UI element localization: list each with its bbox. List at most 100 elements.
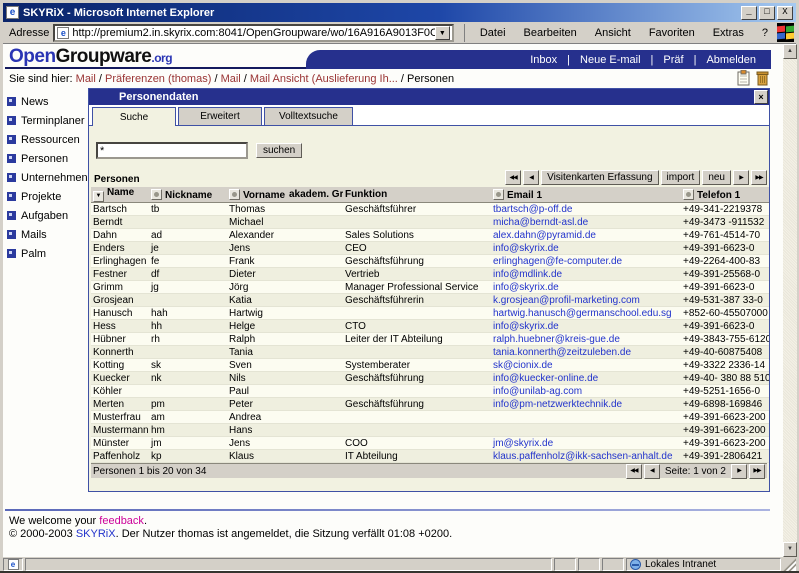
sidebar-item-projekte[interactable]: Projekte: [7, 187, 88, 206]
table-row[interactable]: BerndtMichaelmicha@berndt-asl.de+49-3473…: [91, 216, 769, 229]
breadcrumb-link[interactable]: Mail: [221, 73, 241, 85]
table-row[interactable]: ErlinghagenfeFrankGeschäftsführungerling…: [91, 255, 769, 268]
dot-icon[interactable]: [229, 189, 240, 200]
column-header-akadem--grad[interactable]: akadem. Grad: [287, 187, 343, 203]
email-link[interactable]: micha@berndt-asl.de: [493, 217, 588, 228]
column-header-name[interactable]: ▼Name: [91, 187, 149, 203]
previous-page-icon[interactable]: ◀: [523, 170, 539, 185]
clipboard-icon[interactable]: [737, 70, 750, 86]
email-link[interactable]: k.grosjean@profil-marketing.com: [493, 295, 640, 306]
table-row[interactable]: GrosjeanKatiaGeschäftsführerink.grosjean…: [91, 294, 769, 307]
address-input[interactable]: e http://premium2.in.skyrix.com:8041/Ope…: [53, 24, 453, 42]
breadcrumb-link[interactable]: Präferenzen (thomas): [105, 73, 211, 85]
email-link[interactable]: info@skyrix.de: [493, 243, 559, 254]
table-row[interactable]: EndersjeJensCEOinfo@skyrix.de+49-391-662…: [91, 242, 769, 255]
email-link[interactable]: klaus.paffenholz@ikk-sachsen-anhalt.de: [493, 451, 673, 462]
footer-previous-page-icon[interactable]: ◀: [644, 464, 660, 479]
menu-item-favoriten[interactable]: Favoriten: [640, 24, 704, 42]
email-link[interactable]: tbartsch@p-off.de: [493, 204, 572, 215]
table-row[interactable]: PaffenholzkpKlausIT Abteilungklaus.paffe…: [91, 450, 769, 463]
search-button[interactable]: suchen: [256, 143, 302, 158]
next-page-icon[interactable]: ▶: [733, 170, 749, 185]
trash-icon[interactable]: [756, 70, 769, 86]
panel-close-icon[interactable]: ×: [754, 90, 768, 104]
table-row[interactable]: KottingskSvenSystemberatersk@cionix.de+4…: [91, 359, 769, 372]
table-row[interactable]: MertenpmPeterGeschäftsführunginfo@pm-net…: [91, 398, 769, 411]
email-link[interactable]: info@skyrix.de: [493, 321, 559, 332]
menu-item-extras[interactable]: Extras: [704, 24, 753, 42]
column-header-nickname[interactable]: Nickname: [149, 187, 227, 203]
table-row[interactable]: HanuschhahHartwighartwig.hanusch@germans…: [91, 307, 769, 320]
tab-erweitert[interactable]: Erweitert: [178, 107, 262, 125]
tab-suche[interactable]: Suche: [92, 107, 176, 126]
nav-link-abmelden[interactable]: Abmelden: [706, 54, 756, 66]
sidebar-item-news[interactable]: News: [7, 92, 88, 111]
tab-volltextsuche[interactable]: Volltextsuche: [264, 107, 353, 125]
toolbar-button-neu[interactable]: neu: [702, 170, 731, 185]
sidebar-item-mails[interactable]: Mails: [7, 225, 88, 244]
sidebar-item-terminplaner[interactable]: Terminplaner: [7, 111, 88, 130]
email-link[interactable]: tania.konnerth@zeitzuleben.de: [493, 347, 631, 358]
toolbar-button-visitenkarten-erfassung[interactable]: Visitenkarten Erfassung: [541, 170, 658, 185]
table-row[interactable]: MusterfrauamAndrea+49-391-6623-200: [91, 411, 769, 424]
email-link[interactable]: sk@cionix.de: [493, 360, 553, 371]
minimize-button[interactable]: _: [741, 6, 757, 20]
scroll-down-icon[interactable]: ▼: [783, 542, 797, 557]
close-button[interactable]: X: [777, 6, 793, 20]
sidebar-item-palm[interactable]: Palm: [7, 244, 88, 263]
dot-icon[interactable]: [493, 189, 504, 200]
sidebar-item-personen[interactable]: Personen: [7, 149, 88, 168]
menu-item-[interactable]: ?: [753, 24, 777, 42]
sidebar-item-aufgaben[interactable]: Aufgaben: [7, 206, 88, 225]
breadcrumb-link[interactable]: Mail: [76, 73, 96, 85]
dot-icon[interactable]: [151, 189, 162, 200]
menu-item-ansicht[interactable]: Ansicht: [586, 24, 640, 42]
table-row[interactable]: KueckernkNilsGeschäftsführunginfo@kuecke…: [91, 372, 769, 385]
table-row[interactable]: FestnerdfDieterVertriebinfo@mdlink.de+49…: [91, 268, 769, 281]
table-row[interactable]: MustermannhmHans+49-391-6623-200: [91, 424, 769, 437]
breadcrumb-link[interactable]: Mail Ansicht (Auslieferung Ih...: [250, 73, 398, 85]
email-link[interactable]: alex.dahn@pyramid.de: [493, 230, 596, 241]
scroll-up-icon[interactable]: ▲: [783, 44, 797, 59]
table-row[interactable]: KöhlerPaulinfo@unilab-ag.com+49-5251-165…: [91, 385, 769, 398]
email-link[interactable]: info@kuecker-online.de: [493, 373, 598, 384]
feedback-link[interactable]: feedback: [99, 515, 144, 527]
email-link[interactable]: info@mdlink.de: [493, 269, 562, 280]
email-link[interactable]: ralph.huebner@kreis-gue.de: [493, 334, 620, 345]
email-link[interactable]: info@unilab-ag.com: [493, 386, 582, 397]
search-input[interactable]: [96, 142, 248, 159]
table-row[interactable]: MünsterjmJensCOOjm@skyrix.de+49-391-6623…: [91, 437, 769, 450]
dot-icon[interactable]: [683, 189, 694, 200]
maximize-button[interactable]: □: [759, 6, 775, 20]
nav-link-prf[interactable]: Präf: [663, 54, 683, 66]
column-header-email-1[interactable]: Email 1: [491, 187, 681, 203]
toolbar-button-import[interactable]: import: [661, 170, 701, 185]
column-header-telefon-1[interactable]: Telefon 1: [681, 187, 769, 203]
menu-item-datei[interactable]: Datei: [471, 24, 515, 42]
nav-link-inbox[interactable]: Inbox: [530, 54, 557, 66]
sidebar-item-unternehmen[interactable]: Unternehmen: [7, 168, 88, 187]
column-header-vorname[interactable]: Vorname: [227, 187, 287, 203]
menu-item-bearbeiten[interactable]: Bearbeiten: [515, 24, 586, 42]
table-row[interactable]: KonnerthTaniatania.konnerth@zeitzuleben.…: [91, 346, 769, 359]
resize-grip[interactable]: [783, 558, 796, 571]
nav-link-neueemail[interactable]: Neue E-mail: [580, 54, 641, 66]
email-link[interactable]: hartwig.hanusch@germanschool.edu.sg: [493, 308, 672, 319]
sidebar-item-ressourcen[interactable]: Ressourcen: [7, 130, 88, 149]
footer-next-page-icon[interactable]: ▶: [731, 464, 747, 479]
skyrix-link[interactable]: SKYRiX: [76, 528, 116, 540]
email-link[interactable]: info@pm-netzwerktechnik.de: [493, 399, 622, 410]
sort-icon[interactable]: ▼: [93, 191, 104, 202]
footer-first-page-icon[interactable]: ◀◀: [626, 464, 642, 479]
table-row[interactable]: GrimmjgJörgManager Professional Servicei…: [91, 281, 769, 294]
column-header-funktion[interactable]: Funktion: [343, 187, 491, 203]
address-dropdown-arrow-icon[interactable]: ▼: [435, 26, 450, 40]
table-row[interactable]: HesshhHelgeCTOinfo@skyrix.de+49-391-6623…: [91, 320, 769, 333]
email-link[interactable]: info@skyrix.de: [493, 282, 559, 293]
table-row[interactable]: HübnerrhRalphLeiter der IT Abteilungralp…: [91, 333, 769, 346]
table-row[interactable]: BartschtbThomasGeschäftsführertbartsch@p…: [91, 203, 769, 216]
footer-last-page-icon[interactable]: ▶▶: [749, 464, 765, 479]
email-link[interactable]: erlinghagen@fe-computer.de: [493, 256, 622, 267]
table-row[interactable]: DahnadAlexanderSales Solutionsalex.dahn@…: [91, 229, 769, 242]
first-page-icon[interactable]: ◀◀: [505, 170, 521, 185]
